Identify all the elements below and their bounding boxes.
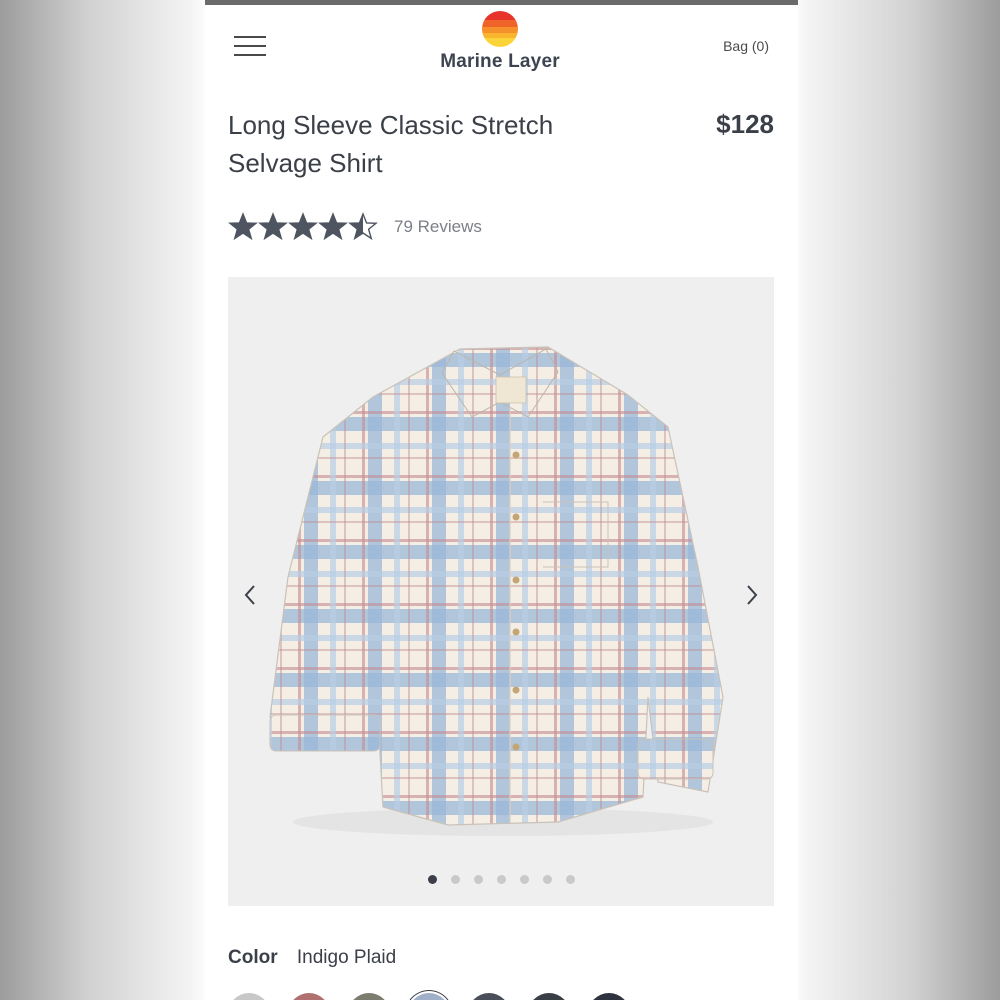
color-swatch[interactable] (228, 993, 270, 1000)
color-swatch[interactable] (528, 993, 570, 1000)
color-label: Color (228, 947, 278, 968)
brand-name: Marine Layer (440, 51, 560, 72)
color-value: Indigo Plaid (296, 947, 397, 968)
brand-logo[interactable]: Marine Layer (405, 11, 595, 73)
sunset-logo-icon (482, 11, 518, 47)
gallery-dot[interactable] (496, 875, 506, 884)
product-image-gallery[interactable] (228, 277, 774, 906)
color-swatch[interactable] (288, 993, 330, 1000)
color-selector-label: Color Indigo Plaid (228, 947, 396, 969)
color-swatch[interactable] (588, 993, 630, 1000)
bag-link[interactable]: Bag (0) (723, 38, 769, 54)
chevron-right-icon[interactable] (737, 577, 767, 613)
chevron-left-icon[interactable] (235, 577, 265, 613)
product-rating: 79 Reviews (228, 210, 482, 244)
star-icon (228, 212, 258, 241)
gallery-dot[interactable] (473, 875, 483, 884)
star-icon (288, 212, 318, 241)
reviews-link[interactable]: 79 Reviews (394, 217, 482, 237)
color-swatch[interactable] (348, 993, 390, 1000)
star-icon (348, 212, 378, 241)
gallery-dot[interactable] (565, 875, 575, 884)
color-swatches (228, 993, 630, 1000)
gallery-dot[interactable] (542, 875, 552, 884)
star-icon (258, 212, 288, 241)
plaid-shirt-photo (269, 346, 724, 836)
gallery-pagination (228, 875, 774, 884)
hamburger-menu-icon[interactable] (234, 36, 266, 58)
star-icon (318, 212, 348, 241)
gallery-dot[interactable] (450, 875, 460, 884)
product-title: Long Sleeve Classic Stretch Selvage Shir… (228, 110, 554, 178)
color-swatch[interactable] (408, 993, 450, 1000)
gallery-dot[interactable] (427, 875, 437, 884)
color-swatch[interactable] (468, 993, 510, 1000)
product-price: $128 (716, 109, 774, 139)
star-rating (228, 212, 378, 242)
product-page: Marine Layer Bag (0) Long Sleeve Classic… (205, 5, 798, 1000)
gallery-dot[interactable] (519, 875, 529, 884)
